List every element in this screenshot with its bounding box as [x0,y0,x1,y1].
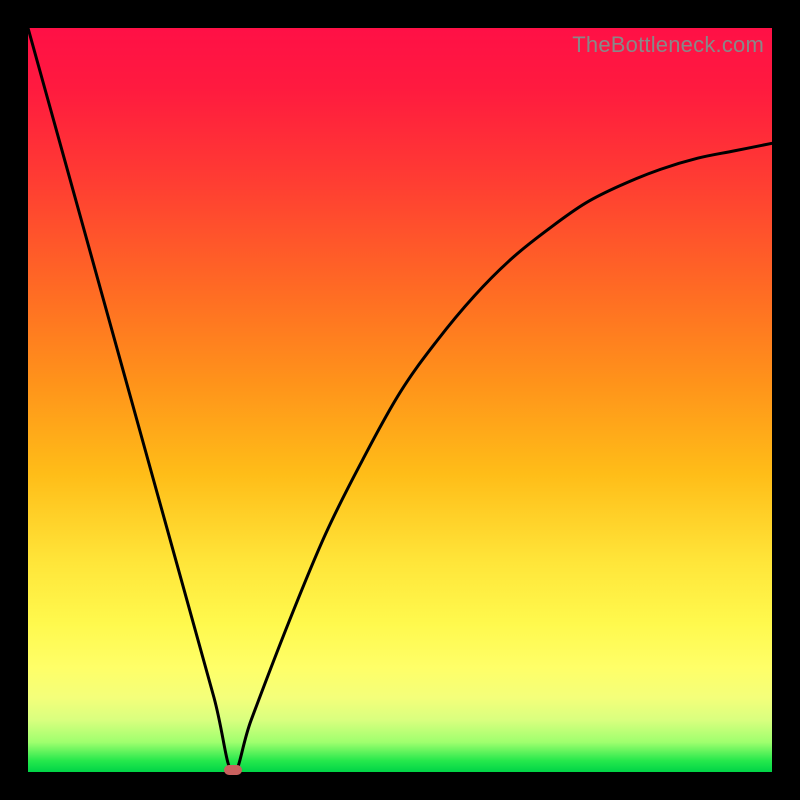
bottleneck-curve [28,28,772,772]
optimum-marker [224,765,242,775]
chart-frame: TheBottleneck.com [0,0,800,800]
plot-area: TheBottleneck.com [28,28,772,772]
